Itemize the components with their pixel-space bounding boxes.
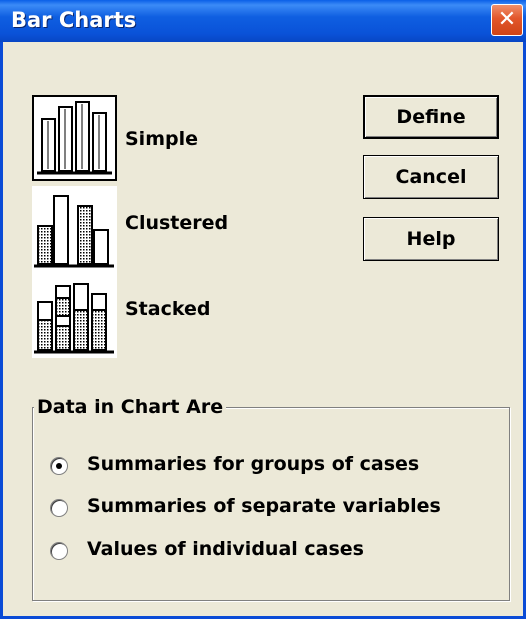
help-button[interactable]: Help — [363, 217, 499, 261]
groupbox-legend: Data in Chart Are — [34, 396, 227, 418]
radio-button[interactable] — [50, 542, 68, 560]
stacked-bar-chart-icon[interactable] — [32, 272, 117, 358]
cancel-button[interactable]: Cancel — [363, 155, 499, 199]
chart-type-label-stacked: Stacked — [125, 298, 211, 320]
close-icon: ✕ — [497, 7, 517, 32]
close-button[interactable]: ✕ — [491, 4, 523, 36]
radio-label: Values of individual cases — [87, 538, 364, 560]
simple-bar-chart-icon[interactable] — [32, 95, 117, 181]
radio-label: Summaries for groups of cases — [87, 453, 420, 475]
radio-button[interactable] — [50, 499, 68, 517]
chart-type-label-simple: Simple — [125, 128, 198, 150]
title-bar[interactable]: Bar Charts ✕ — [0, 0, 526, 42]
window-title: Bar Charts — [11, 8, 137, 32]
clustered-bar-chart-icon[interactable] — [32, 186, 117, 272]
radio-button[interactable] — [50, 457, 68, 475]
chart-type-label-clustered: Clustered — [125, 212, 229, 234]
radio-label: Summaries of separate variables — [87, 495, 441, 517]
define-button[interactable]: Define — [363, 95, 499, 139]
